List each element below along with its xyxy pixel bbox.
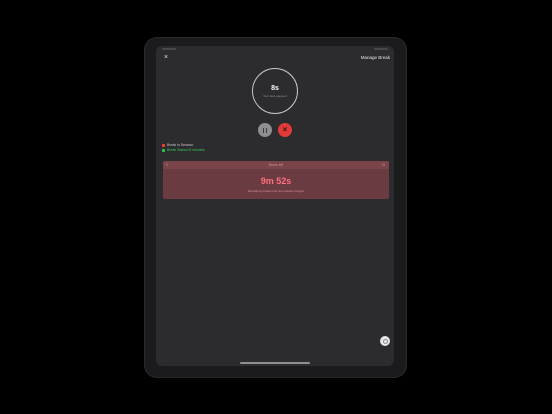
- expand-icon[interactable]: ⊡: [382, 163, 386, 167]
- stop-button[interactable]: ×: [278, 123, 292, 137]
- close-button[interactable]: ×: [162, 54, 170, 62]
- settings-icon: [382, 338, 388, 344]
- session-label: Break in Session: [167, 143, 194, 147]
- pause-icon: [262, 127, 268, 133]
- timer-ring: 8s Sub-task elapsed: [252, 68, 298, 114]
- session-row: Break Started 8 minutes: [162, 148, 205, 152]
- status-indicators: [374, 48, 388, 50]
- session-row: Break in Session: [162, 143, 193, 147]
- manage-break-button[interactable]: Manage Break: [361, 55, 390, 60]
- home-indicator[interactable]: [240, 362, 310, 364]
- break-caption: Remaining break until next session begin…: [247, 189, 305, 193]
- break-card-header: ≡ Break left ⊡: [163, 161, 389, 169]
- session-label: Break Started 8 minutes: [167, 148, 205, 152]
- app-screen: × Manage Break 8s Sub-task elapsed × Bre…: [156, 46, 394, 366]
- break-remaining-time: 9m 52s: [260, 176, 292, 186]
- status-time: [162, 48, 176, 50]
- pause-button[interactable]: [258, 123, 272, 137]
- timer-subtitle: Sub-task elapsed: [263, 94, 287, 98]
- stop-icon: ×: [282, 125, 288, 134]
- red-tag-icon: [162, 143, 165, 147]
- timer-value: 8s: [271, 85, 279, 92]
- break-card-title: Break left: [268, 163, 284, 167]
- status-bar: [156, 46, 394, 52]
- settings-button[interactable]: [380, 336, 390, 346]
- break-card: ≡ Break left ⊡ 9m 52s Remaining break un…: [163, 161, 389, 199]
- green-tag-icon: [162, 148, 165, 152]
